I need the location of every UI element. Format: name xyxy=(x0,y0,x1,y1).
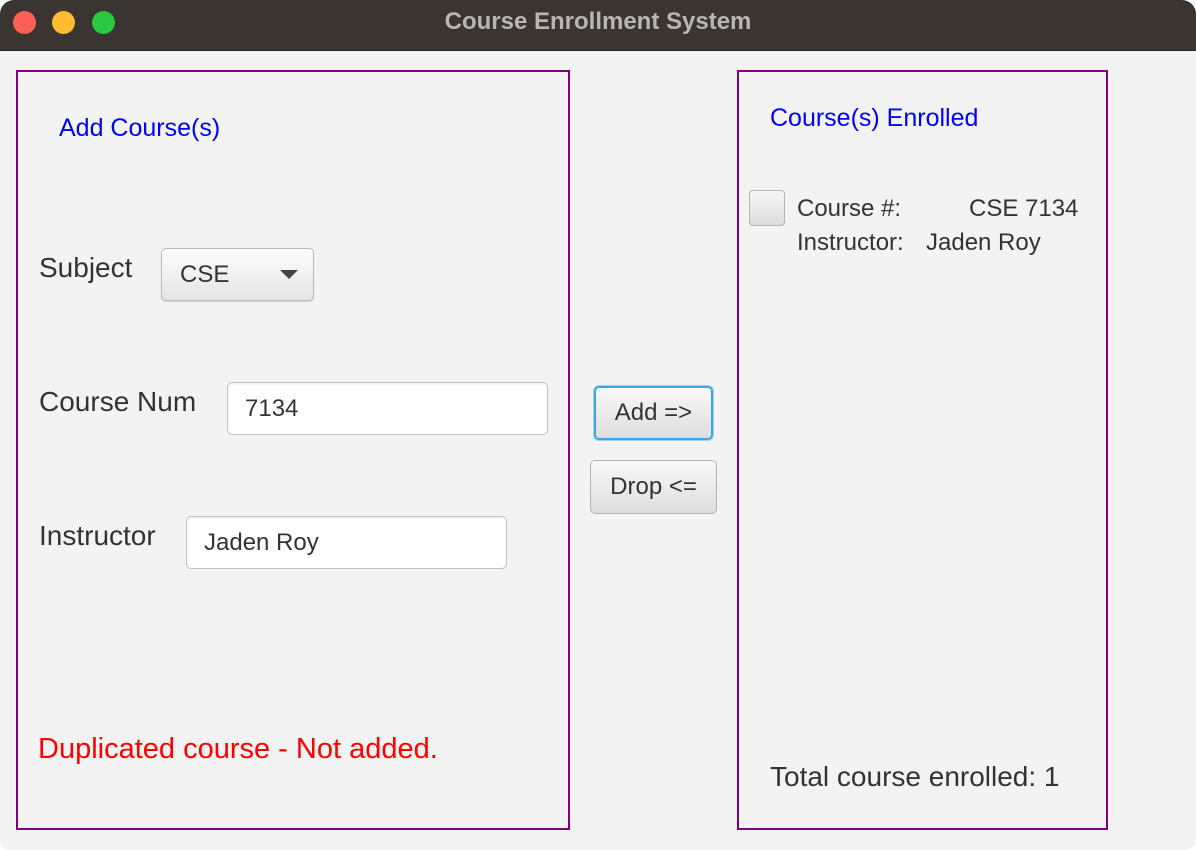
course-number-label: Course #: xyxy=(797,195,902,222)
title-bar: Course Enrollment System xyxy=(0,0,1196,51)
instructor-field[interactable] xyxy=(186,516,507,569)
instructor-label: Instructor xyxy=(39,520,156,551)
enrolled-heading: Course(s) Enrolled xyxy=(770,104,979,132)
course-num-field[interactable] xyxy=(227,382,548,435)
add-course-heading: Add Course(s) xyxy=(59,114,221,142)
error-message: Duplicated course - Not added. xyxy=(38,733,438,765)
window-title: Course Enrollment System xyxy=(444,8,752,35)
course-number-value: CSE 7134 xyxy=(969,195,1079,222)
app-window: Course Enrollment System Add Course(s) S… xyxy=(0,0,1196,850)
drop-button[interactable]: Drop <= xyxy=(590,460,717,514)
course-instructor-value: Jaden Roy xyxy=(926,229,1041,256)
subject-dropdown[interactable]: CSE xyxy=(161,248,314,301)
add-button[interactable]: Add => xyxy=(594,386,713,440)
course-select-checkbox[interactable] xyxy=(749,190,785,226)
enrolled-panel xyxy=(737,70,1108,830)
subject-selected-value: CSE xyxy=(180,261,230,288)
course-num-label: Course Num xyxy=(39,386,197,417)
chevron-down-icon xyxy=(280,270,298,279)
course-instructor-label: Instructor: xyxy=(797,229,904,256)
total-enrolled-count: Total course enrolled: 1 xyxy=(770,761,1060,792)
add-course-panel xyxy=(16,70,570,830)
subject-label: Subject xyxy=(39,252,133,283)
